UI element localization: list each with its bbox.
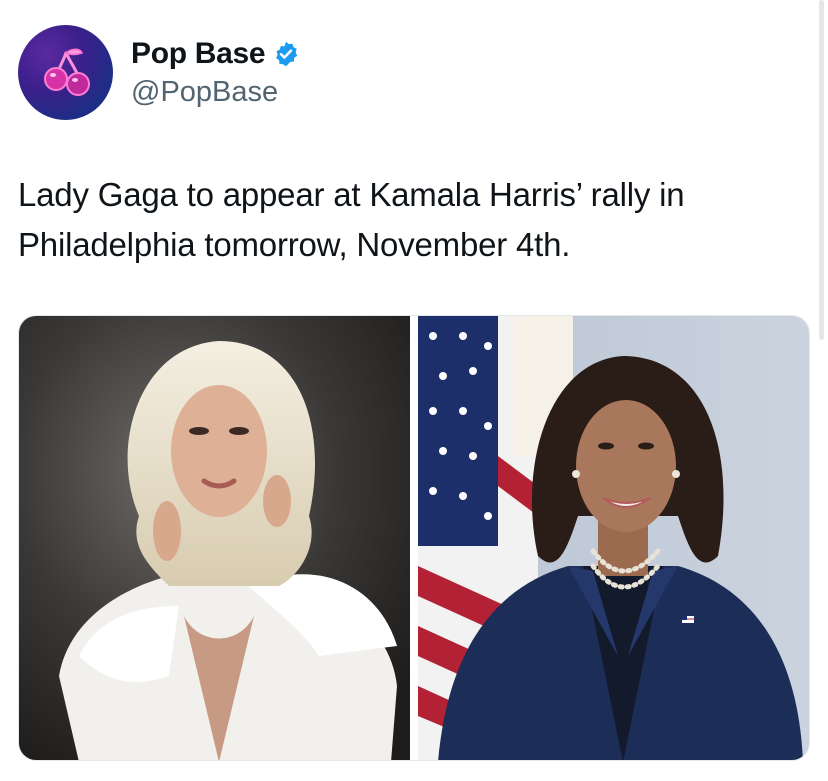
display-name[interactable]: Pop Base: [131, 35, 266, 73]
tweet-header: Pop Base @PopBase: [18, 25, 300, 120]
kamala-harris-photo[interactable]: [418, 316, 809, 760]
user-names: Pop Base @PopBase: [131, 35, 300, 111]
user-handle[interactable]: @PopBase: [131, 73, 300, 111]
tweet-text: Lady Gaga to appear at Kamala Harris’ ra…: [18, 176, 685, 263]
verified-badge-icon[interactable]: [272, 40, 300, 68]
scrollbar[interactable]: [819, 0, 824, 340]
name-row: Pop Base: [131, 35, 300, 73]
tweet-card[interactable]: Pop Base @PopBase Lady Gaga to appear at…: [0, 0, 828, 781]
avatar[interactable]: [18, 25, 113, 120]
cherry-icon: [43, 48, 90, 96]
lady-gaga-photo[interactable]: [19, 316, 410, 760]
media-grid: [18, 315, 810, 761]
